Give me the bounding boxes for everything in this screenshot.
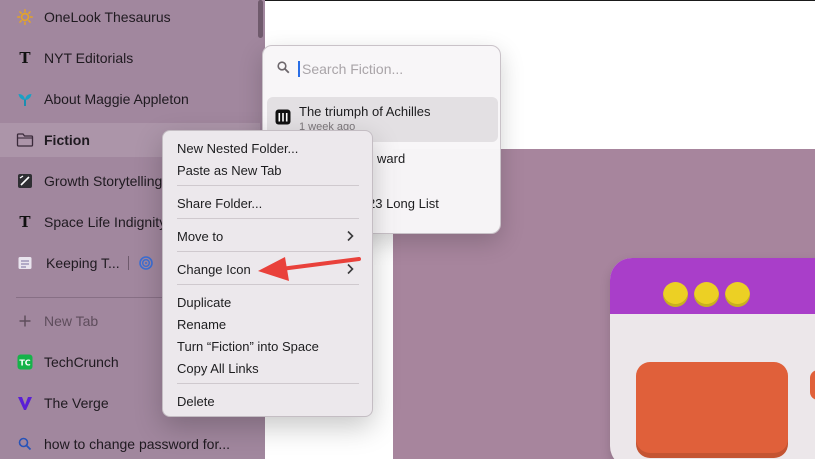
svg-text:T: T — [19, 214, 31, 230]
sidebar-item-label: TechCrunch — [44, 354, 119, 370]
tab-group-separator — [127, 256, 129, 270]
plus-icon — [16, 312, 34, 330]
menu-item-label: Copy All Links — [177, 360, 259, 376]
menu-item-share-folder[interactable]: Share Folder... — [168, 192, 367, 214]
sidebar-item-label: The Verge — [44, 395, 109, 411]
sidebar-item-label: New Tab — [44, 313, 99, 329]
sidebar-item-label: NYT Editorials — [44, 50, 134, 66]
menu-item-label: Change Icon — [177, 261, 251, 277]
svg-text:T: T — [19, 50, 31, 66]
sidebar-item-maggie-appleton[interactable]: About Maggie Appleton — [0, 82, 260, 116]
window-dot-illustration — [694, 282, 719, 307]
menu-item-duplicate[interactable]: Duplicate — [168, 291, 367, 313]
sun-icon — [16, 8, 34, 26]
menu-item-label: Duplicate — [177, 294, 232, 310]
orange-block-illustration — [636, 362, 788, 458]
sidebar-item-label: how to change password for... — [44, 436, 230, 452]
sidebar-item-label: Growth Storytelling — [44, 173, 163, 189]
svg-text:TC: TC — [19, 359, 30, 368]
plant-icon — [16, 90, 34, 108]
menu-item-paste-as-new-tab[interactable]: Paste as New Tab — [168, 159, 367, 181]
techcrunch-icon: TC — [16, 353, 34, 371]
menu-separator — [177, 185, 359, 186]
menu-item-turn-into-space[interactable]: Turn “Fiction” into Space — [168, 335, 367, 357]
sidebar-item-search-history[interactable]: how to change password for... — [0, 427, 260, 459]
popover-search-row — [263, 46, 500, 92]
menu-item-label: Paste as New Tab — [177, 162, 282, 178]
menu-item-label: Turn “Fiction” into Space — [177, 338, 319, 354]
search-input[interactable] — [298, 61, 478, 77]
menu-item-label: New Nested Folder... — [177, 140, 299, 156]
sidebar-item-label: Space Life Indignity — [44, 214, 167, 230]
nyt-building-icon — [275, 109, 291, 125]
sidebar-item-nyt-editorials[interactable]: T NYT Editorials — [0, 41, 260, 75]
menu-item-new-nested-folder[interactable]: New Nested Folder... — [168, 137, 367, 159]
orange-edge-illustration — [810, 370, 815, 400]
menu-item-move-to[interactable]: Move to — [168, 225, 367, 247]
menu-item-label: Delete — [177, 393, 215, 409]
nyt-icon: T — [16, 49, 34, 67]
verge-icon — [16, 394, 34, 412]
spiral-icon[interactable] — [137, 254, 155, 272]
chevron-right-icon — [343, 229, 357, 243]
folder-icon — [16, 131, 34, 149]
sidebar-item-label: OneLook Thesaurus — [44, 9, 171, 25]
browser-window-illustration — [610, 258, 815, 459]
menu-item-label: Move to — [177, 228, 224, 244]
menu-item-label: Share Folder... — [177, 195, 263, 211]
menu-item-copy-all-links[interactable]: Copy All Links — [168, 357, 367, 379]
menu-item-rename[interactable]: Rename — [168, 313, 367, 335]
doc-icon — [16, 254, 34, 272]
menu-separator — [177, 383, 359, 384]
menu-separator — [177, 218, 359, 219]
nyt-icon: T — [16, 213, 34, 231]
growth-icon — [16, 172, 34, 190]
menu-item-label: Rename — [177, 316, 227, 332]
menu-item-delete[interactable]: Delete — [168, 390, 367, 412]
search-icon — [16, 435, 34, 453]
window-dot-illustration — [725, 282, 750, 307]
sidebar-item-label: Keeping T... — [46, 255, 120, 271]
search-icon — [277, 61, 290, 77]
sidebar-item-label: Fiction — [44, 132, 90, 148]
sidebar-item-onelook[interactable]: OneLook Thesaurus — [0, 0, 260, 34]
red-arrow-annotation-icon — [258, 257, 361, 281]
menu-separator — [177, 284, 359, 285]
window-dot-illustration — [663, 282, 688, 307]
content-top-border — [265, 0, 815, 1]
popover-item-title: The triumph of Achilles — [299, 104, 431, 119]
sidebar-item-label: About Maggie Appleton — [44, 91, 189, 107]
